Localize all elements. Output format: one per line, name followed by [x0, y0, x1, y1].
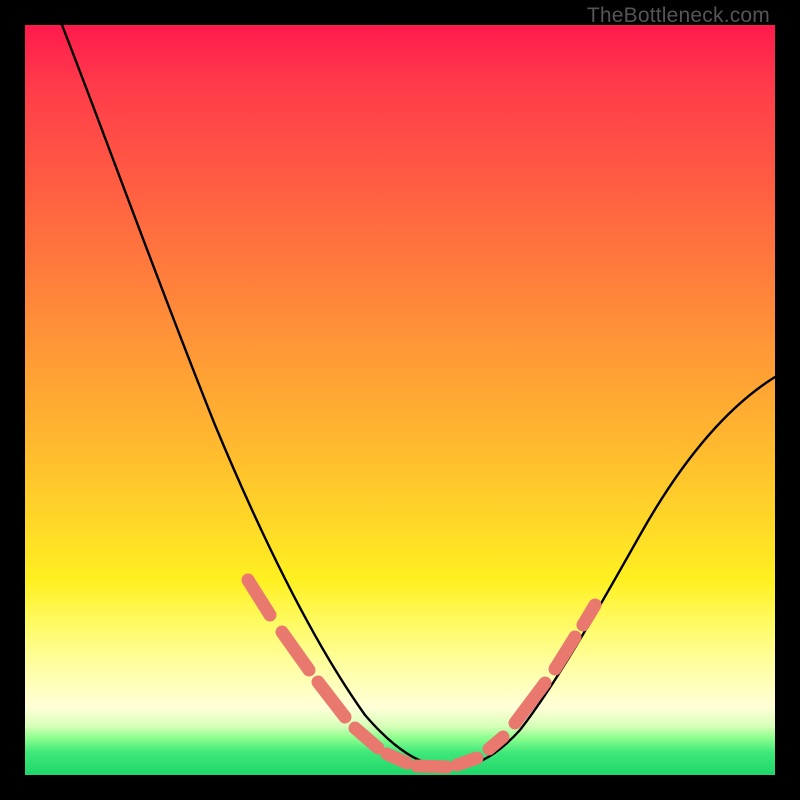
watermark-text: TheBottleneck.com	[587, 4, 770, 28]
bottleneck-curve	[62, 25, 775, 767]
chart-frame	[25, 25, 775, 775]
bottleneck-curve-svg	[25, 25, 775, 775]
